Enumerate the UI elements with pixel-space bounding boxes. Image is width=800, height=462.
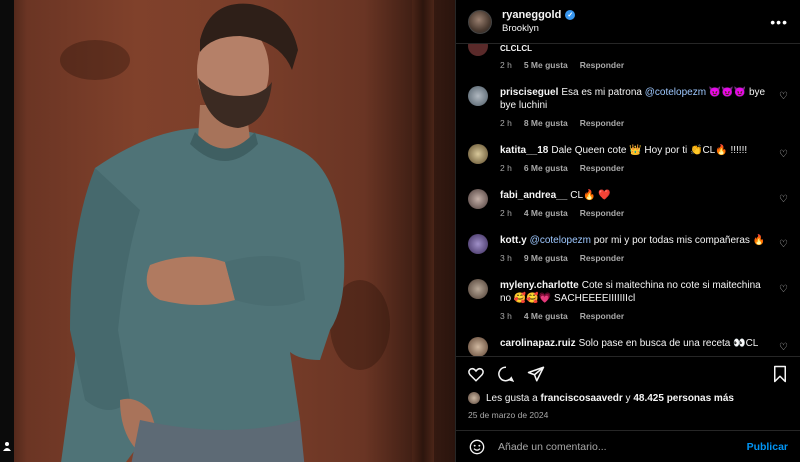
reply-button[interactable]: Responder bbox=[580, 311, 624, 321]
commenter-username[interactable]: fabi_andrea__ bbox=[500, 190, 567, 201]
comment-time: 2 h bbox=[500, 118, 512, 128]
comments-list[interactable]: CLCLCL 2 h 5 Me gusta Responder priscise… bbox=[456, 44, 800, 356]
comment-like-heart-icon[interactable]: ♡ bbox=[779, 240, 788, 250]
comment-item: myleny.charlotte Cote si maitechina no co… bbox=[468, 279, 788, 321]
more-options-icon[interactable]: ••• bbox=[770, 14, 788, 30]
man-figure bbox=[61, 3, 345, 462]
likes-connector: y bbox=[622, 392, 634, 404]
post-details-panel: ryaneggold ✓ Brooklyn ••• CLCLCL 2 h 5 M… bbox=[455, 0, 800, 462]
comment-likes[interactable]: 6 Me gusta bbox=[524, 163, 568, 173]
commenter-avatar[interactable] bbox=[468, 234, 488, 254]
post-actions-bar bbox=[456, 356, 800, 390]
commenter-avatar[interactable] bbox=[468, 44, 488, 56]
share-icon[interactable] bbox=[526, 364, 546, 384]
author-avatar[interactable] bbox=[468, 9, 492, 34]
reply-button[interactable]: Responder bbox=[580, 118, 624, 128]
comment-likes[interactable]: 8 Me gusta bbox=[524, 118, 568, 128]
liker-username[interactable]: franciscosaavedr bbox=[540, 393, 622, 404]
comment-text-tail: por mi y por todas mis compañeras 🔥 bbox=[590, 235, 766, 246]
comment-like-heart-icon[interactable]: ♡ bbox=[779, 285, 788, 295]
likes-count[interactable]: 48.425 personas más bbox=[633, 393, 734, 404]
likes-summary[interactable]: Les gusta a franciscosaavedr y 48.425 pe… bbox=[468, 392, 788, 404]
comment-like-heart-icon[interactable]: ♡ bbox=[779, 343, 788, 353]
comment-like-heart-icon[interactable]: ♡ bbox=[779, 150, 788, 160]
comment-item: carolinapaz.ruiz Solo pase en busca de un… bbox=[468, 337, 788, 356]
commenter-username[interactable]: kott.y bbox=[500, 235, 527, 246]
comment-likes[interactable]: 5 Me gusta bbox=[524, 60, 568, 70]
comment-item: prisciseguel Esa es mi patrona @cotelopez… bbox=[468, 86, 788, 128]
comment-likes[interactable]: 9 Me gusta bbox=[524, 253, 568, 263]
commenter-username[interactable]: prisciseguel bbox=[500, 87, 558, 98]
comment-item: kott.y @cotelopezm por mi y por todas mis… bbox=[468, 234, 788, 263]
commenter-username[interactable]: myleny.charlotte bbox=[500, 280, 579, 291]
commenter-avatar[interactable] bbox=[468, 337, 488, 356]
emoji-icon[interactable] bbox=[468, 438, 486, 456]
reply-button[interactable]: Responder bbox=[580, 253, 624, 263]
reply-button[interactable]: Responder bbox=[580, 60, 624, 70]
commenter-username[interactable]: katita__18 bbox=[500, 145, 548, 156]
liker-avatar bbox=[468, 392, 480, 404]
bookmark-icon[interactable] bbox=[770, 364, 790, 384]
commenter-avatar[interactable] bbox=[468, 189, 488, 209]
comment-text: Dale Queen cote 👑 Hoy por ti 👏CL🔥 !!!!!! bbox=[551, 145, 748, 156]
reply-button[interactable]: Responder bbox=[580, 208, 624, 218]
comment-time: 3 h bbox=[500, 311, 512, 321]
likes-prefix: Les gusta a bbox=[486, 392, 541, 404]
comment-text: CLCLCL bbox=[500, 44, 532, 53]
post-header: ryaneggold ✓ Brooklyn ••• bbox=[456, 0, 800, 44]
comment-like-heart-icon[interactable]: ♡ bbox=[779, 195, 788, 205]
comment-text: Solo pase en busca de una receta 👀CL bbox=[578, 338, 759, 349]
comment-time: 2 h bbox=[500, 60, 512, 70]
post-photo[interactable] bbox=[0, 0, 455, 462]
comment-like-heart-icon[interactable]: ♡ bbox=[779, 92, 788, 102]
post-location[interactable]: Brooklyn bbox=[502, 22, 770, 35]
user-profile-icon[interactable] bbox=[0, 436, 14, 456]
comment-mention[interactable]: @cotelopezm bbox=[530, 235, 591, 246]
comment-icon[interactable] bbox=[496, 364, 516, 384]
comment-time: 3 h bbox=[500, 253, 512, 263]
comment-item: fabi_andrea__ CL🔥 ❤️ 2 h 4 Me gusta Respo… bbox=[468, 189, 788, 218]
comment-item: katita__18 Dale Queen cote 👑 Hoy por ti 👏… bbox=[468, 144, 788, 173]
post-date[interactable]: 25 de marzo de 2024 bbox=[468, 410, 548, 420]
publish-button[interactable]: Publicar bbox=[747, 441, 788, 453]
comment-mention[interactable]: @cotelopezm bbox=[645, 87, 706, 98]
comment-time: 2 h bbox=[500, 163, 512, 173]
commenter-avatar[interactable] bbox=[468, 144, 488, 164]
author-username[interactable]: ryaneggold bbox=[502, 9, 561, 22]
comment-text: Esa es mi patrona bbox=[561, 87, 645, 98]
comment-likes[interactable]: 4 Me gusta bbox=[524, 208, 568, 218]
commenter-avatar[interactable] bbox=[468, 279, 488, 299]
comment-item: CLCLCL 2 h 5 Me gusta Responder bbox=[468, 44, 788, 70]
commenter-avatar[interactable] bbox=[468, 86, 488, 106]
reply-button[interactable]: Responder bbox=[580, 163, 624, 173]
commenter-username[interactable]: carolinapaz.ruiz bbox=[500, 338, 576, 349]
heart-icon[interactable] bbox=[466, 364, 486, 384]
comment-time: 2 h bbox=[500, 208, 512, 218]
comment-text: CL🔥 ❤️ bbox=[570, 190, 611, 201]
add-comment-bar: Publicar bbox=[456, 430, 800, 462]
verified-badge-icon: ✓ bbox=[565, 10, 576, 20]
add-comment-input[interactable] bbox=[496, 439, 747, 454]
comment-likes[interactable]: 4 Me gusta bbox=[524, 311, 568, 321]
